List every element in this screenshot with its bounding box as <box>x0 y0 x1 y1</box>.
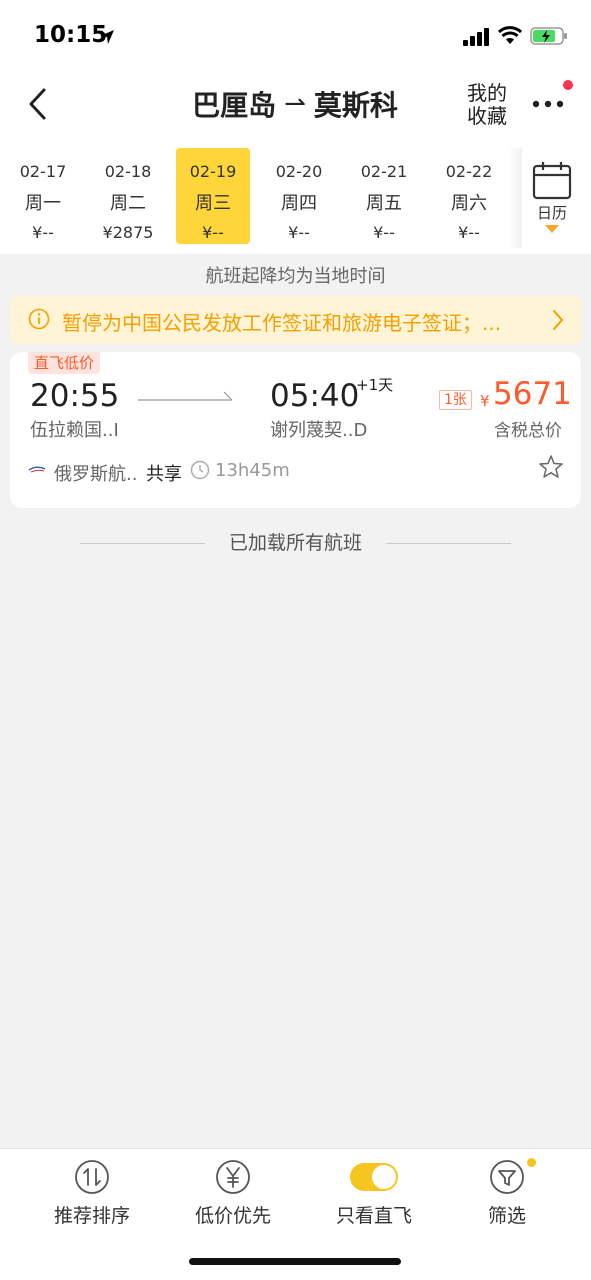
notice-text: 暂停为中国公民发放工作签证和旅游电子签证；... <box>62 311 502 335</box>
direct-only-toggle[interactable]: 只看直飞 <box>314 1159 434 1228</box>
flight-price: 5671 <box>493 376 572 412</box>
departure-airport: 伍拉赖国..I <box>30 420 119 441</box>
location-arrow-icon <box>100 30 114 44</box>
route-title: 巴厘岛 ⇀ 莫斯科 <box>160 84 430 124</box>
recommend-sort-button[interactable]: 推荐排序 <box>32 1159 152 1228</box>
departure-time: 20:55 <box>30 378 120 414</box>
chevron-right-icon <box>553 310 564 330</box>
weekday-text: 周四 <box>281 193 317 214</box>
wifi-icon <box>497 26 523 44</box>
date-item[interactable]: 02-20 周四 ¥-- <box>262 148 336 244</box>
plus-day-label: +1天 <box>356 376 394 394</box>
visa-notice-banner[interactable]: 暂停为中国公民发放工作签证和旅游电子签证；... <box>10 296 581 344</box>
date-selector: 02-17 周一 ¥-- 02-18 周二 ¥2875 02-19 周三 ¥--… <box>0 148 512 248</box>
airline-logo-icon <box>28 466 46 473</box>
favorite-star-icon[interactable] <box>538 454 564 480</box>
clock-icon <box>190 460 210 480</box>
all-flights-loaded-text: 已加载所有航班 <box>228 532 362 554</box>
codeshare-label: 共享 <box>146 464 182 485</box>
back-button[interactable] <box>24 84 54 124</box>
date-text: 02-19 <box>189 162 237 181</box>
date-item[interactable]: 02-22 周六 ¥-- <box>432 148 506 244</box>
direct-low-price-tag: 直飞低价 <box>28 352 101 374</box>
direct-only-switch[interactable] <box>350 1163 398 1191</box>
date-item[interactable]: 02-21 周五 ¥-- <box>347 148 421 244</box>
low-price-first-label: 低价优先 <box>194 1205 271 1227</box>
battery-icon <box>530 27 567 45</box>
price-note: 含税总价 <box>494 421 562 441</box>
date-price: ¥-- <box>202 223 224 242</box>
switch-knob <box>372 1165 396 1189</box>
date-item[interactable]: 02-17 周一 ¥-- <box>6 148 80 244</box>
date-text: 02-17 <box>19 162 67 181</box>
tickets-left-badge: 1张 <box>439 390 472 410</box>
direct-only-label: 只看直飞 <box>335 1205 412 1227</box>
date-price: ¥2875 <box>102 223 154 242</box>
date-item[interactable]: 02-18 周二 ¥2875 <box>91 148 165 244</box>
favorites-label-line1: 我的 <box>467 81 507 105</box>
calendar-dropdown-triangle-icon <box>545 225 559 233</box>
notification-dot <box>563 80 573 90</box>
route-arrow: ⇀ <box>284 89 306 119</box>
my-favorites-button[interactable]: 我的 收藏 <box>462 82 512 128</box>
cellular-signal-icon <box>463 28 489 46</box>
currency-symbol: ¥ <box>480 392 490 410</box>
flight-duration: 13h45m <box>215 460 290 481</box>
weekday-text: 周五 <box>366 193 402 214</box>
filter-label: 筛选 <box>487 1205 526 1227</box>
favorites-label-line2: 收藏 <box>467 104 507 128</box>
filter-icon <box>490 1160 524 1194</box>
airline-name: 俄罗斯航.. <box>54 464 138 485</box>
more-options-button[interactable] <box>530 92 566 116</box>
origin-city: 巴厘岛 <box>192 89 277 122</box>
recommend-sort-label: 推荐排序 <box>53 1205 130 1227</box>
date-price: ¥-- <box>288 223 310 242</box>
date-text: 02-18 <box>104 162 152 181</box>
filter-badge-dot <box>527 1158 536 1167</box>
calendar-divider-shadow <box>508 148 522 248</box>
flight-card[interactable]: 直飞低价 20:55 伍拉赖国..I 05:40 +1天 谢列蔑契..D 1张 … <box>10 352 581 508</box>
filter-button[interactable]: 筛选 <box>447 1159 567 1228</box>
date-item-selected[interactable]: 02-19 周三 ¥-- <box>176 148 250 244</box>
date-price: ¥-- <box>373 223 395 242</box>
arrival-time: 05:40 <box>270 378 360 414</box>
calendar-button[interactable]: 日历 <box>522 160 582 244</box>
yen-icon <box>216 1160 250 1194</box>
info-icon <box>28 308 50 330</box>
weekday-text: 周三 <box>195 193 231 214</box>
weekday-text: 周一 <box>25 193 61 214</box>
date-text: 02-22 <box>445 162 493 181</box>
calendar-icon <box>532 162 572 200</box>
status-time: 10:15 <box>34 22 108 48</box>
calendar-label: 日历 <box>536 204 567 222</box>
destination-city: 莫斯科 <box>313 89 398 122</box>
date-price: ¥-- <box>458 223 480 242</box>
route-arrow-icon <box>138 391 233 401</box>
local-time-note: 航班起降均为当地时间 <box>205 266 386 287</box>
date-text: 02-20 <box>275 162 323 181</box>
date-text: 02-21 <box>360 162 408 181</box>
date-price: ¥-- <box>32 223 54 242</box>
low-price-first-button[interactable]: 低价优先 <box>173 1159 293 1228</box>
arrival-airport: 谢列蔑契..D <box>270 420 368 441</box>
weekday-text: 周二 <box>110 193 146 214</box>
home-indicator[interactable] <box>189 1258 401 1265</box>
sort-icon <box>75 1160 109 1194</box>
weekday-text: 周六 <box>451 193 487 214</box>
